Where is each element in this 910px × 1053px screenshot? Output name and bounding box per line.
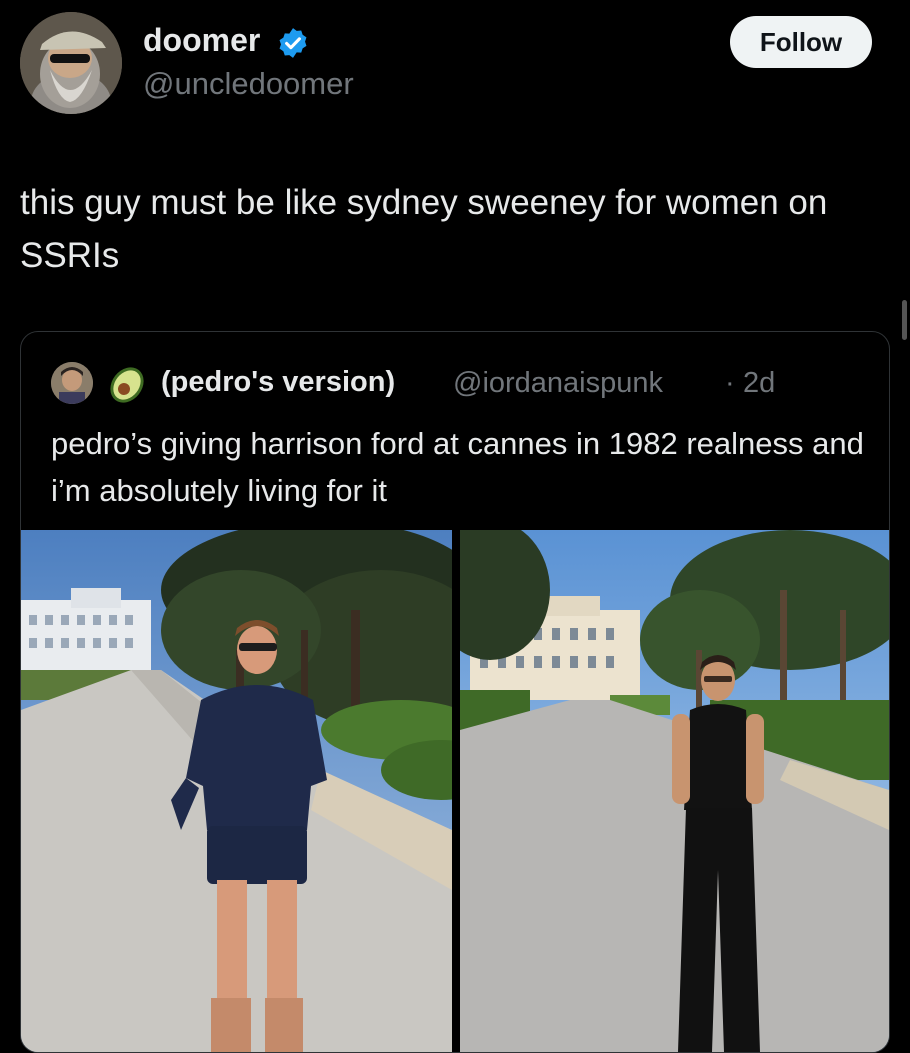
photo-pedro-pascal-cannes[interactable] bbox=[460, 530, 889, 1052]
quote-text: pedro’s giving harrison ford at cannes i… bbox=[51, 426, 864, 508]
quote-timestamp[interactable]: 2d bbox=[743, 367, 775, 400]
quote-avatar-image bbox=[51, 362, 93, 404]
follow-button[interactable]: Follow bbox=[730, 16, 872, 68]
tweet-text: this guy must be like sydney sweeney for… bbox=[20, 183, 828, 275]
photo-right-image bbox=[460, 530, 889, 1052]
quote-tweet-card[interactable]: (pedro's version) @iordanaispunk · 2d pe… bbox=[20, 331, 890, 1053]
photo-harrison-ford-cannes-1982[interactable] bbox=[21, 530, 452, 1052]
quote-author-handle[interactable]: @iordanaispunk bbox=[453, 367, 663, 400]
avocado-icon bbox=[110, 367, 144, 403]
scrollbar[interactable] bbox=[902, 300, 907, 340]
author-name[interactable]: doomer bbox=[143, 22, 260, 59]
avatar-image bbox=[20, 12, 122, 114]
quote-author-name[interactable]: (pedro's version) bbox=[161, 366, 395, 399]
author-handle[interactable]: @uncledoomer bbox=[143, 66, 354, 102]
photo-left-image bbox=[21, 530, 452, 1052]
quote-separator: · bbox=[725, 367, 735, 399]
quote-avatar[interactable] bbox=[51, 362, 93, 404]
avatar[interactable] bbox=[20, 12, 122, 114]
verified-badge-icon bbox=[279, 28, 307, 58]
